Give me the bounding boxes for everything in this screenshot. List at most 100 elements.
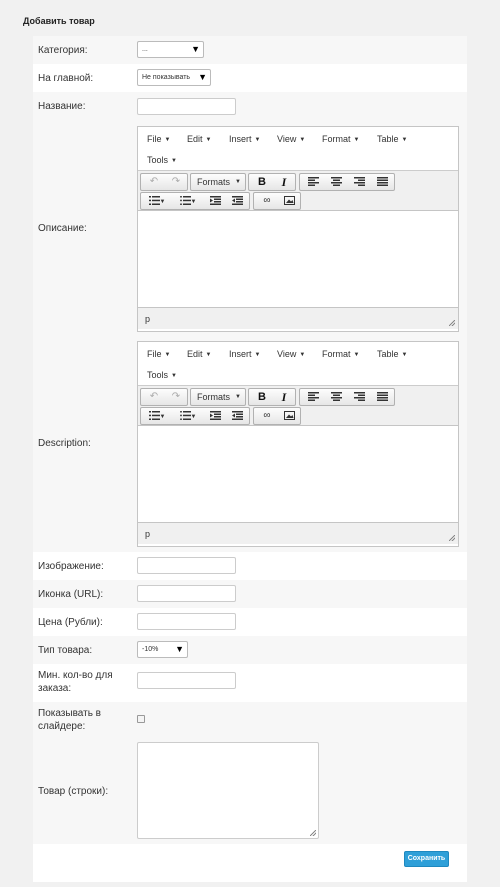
formats-label: Formats: [197, 177, 231, 187]
menu-format[interactable]: Format ▼: [322, 134, 359, 144]
indent-icon[interactable]: [227, 193, 247, 209]
editor-toolbar: ↶ ↷ Formats ▼ B I ▼ ▼ ∞: [138, 386, 458, 426]
redo-icon[interactable]: ↷: [167, 174, 185, 190]
chevron-down-icon: ▼: [235, 394, 241, 400]
icon-url-input[interactable]: [137, 585, 236, 602]
numbered-list-icon[interactable]: ▼: [175, 193, 201, 209]
align-group: [299, 173, 395, 191]
save-button[interactable]: Сохранить: [404, 851, 449, 867]
menu-table[interactable]: Table ▼: [377, 134, 407, 144]
bold-icon[interactable]: B: [252, 389, 272, 405]
on-main-select[interactable]: Не показывать ▼: [137, 69, 211, 86]
align-left-icon[interactable]: [303, 389, 323, 405]
menu-edit[interactable]: Edit ▼: [187, 134, 211, 144]
insert-group: ∞: [253, 407, 301, 425]
description-en-content-area[interactable]: [138, 426, 458, 522]
show-in-slider-row: Показывать в слайдере:: [33, 702, 467, 738]
formats-dropdown[interactable]: Formats ▼: [190, 173, 246, 191]
on-main-select-value: Не показывать: [142, 74, 191, 81]
menu-tools[interactable]: Tools ▼: [147, 155, 177, 165]
product-type-row: Тип товара: -10% ▼: [33, 636, 467, 664]
history-group: ↶ ↷: [140, 173, 188, 191]
element-path[interactable]: p: [145, 529, 150, 539]
name-input[interactable]: [137, 98, 236, 115]
bullet-list-icon[interactable]: ▼: [144, 193, 170, 209]
price-input[interactable]: [137, 613, 236, 630]
show-in-slider-checkbox[interactable]: [137, 715, 145, 723]
menu-view[interactable]: View ▼: [277, 134, 305, 144]
menu-insert[interactable]: Insert ▼: [229, 349, 260, 359]
link-icon[interactable]: ∞: [257, 193, 277, 209]
align-right-icon[interactable]: [349, 174, 369, 190]
show-in-slider-label: Показывать в слайдере:: [38, 708, 101, 732]
name-label: Название:: [38, 101, 86, 112]
bullet-list-icon[interactable]: ▼: [144, 408, 170, 424]
product-lines-textarea[interactable]: [137, 742, 319, 839]
description-ru-content-area[interactable]: [138, 211, 458, 307]
align-center-icon[interactable]: [326, 389, 346, 405]
redo-icon[interactable]: ↷: [167, 389, 185, 405]
menu-format[interactable]: Format ▼: [322, 349, 359, 359]
product-type-label: Тип товара:: [38, 645, 93, 656]
align-center-icon[interactable]: [326, 174, 346, 190]
indent-icon[interactable]: [227, 408, 247, 424]
outdent-icon[interactable]: [205, 193, 225, 209]
menu-view[interactable]: View ▼: [277, 349, 305, 359]
price-label: Цена (Рубли):: [38, 617, 103, 628]
editor-statusbar: p: [138, 522, 458, 544]
link-icon[interactable]: ∞: [257, 408, 277, 424]
product-lines-row: Товар (строки):: [33, 738, 467, 844]
menu-table[interactable]: Table ▼: [377, 349, 407, 359]
category-label: Категория:: [38, 45, 88, 56]
product-type-select[interactable]: -10% ▼: [137, 641, 188, 658]
image-icon[interactable]: [279, 408, 299, 424]
insert-group: ∞: [253, 192, 301, 210]
italic-icon[interactable]: I: [274, 174, 294, 190]
element-path[interactable]: p: [145, 314, 150, 324]
category-select[interactable]: ... ▼: [137, 41, 204, 58]
align-right-icon[interactable]: [349, 389, 369, 405]
align-justify-icon[interactable]: [372, 174, 392, 190]
page-title: Добавить товар: [23, 16, 95, 26]
history-group: ↶ ↷: [140, 388, 188, 406]
resize-handle-icon[interactable]: [449, 320, 455, 326]
editor-menubar: File ▼ Edit ▼ Insert ▼ View ▼ Format ▼ Table ▼…: [138, 127, 458, 171]
menu-file[interactable]: File ▼: [147, 134, 170, 144]
outdent-icon[interactable]: [205, 408, 225, 424]
resize-handle-icon[interactable]: [449, 535, 455, 541]
min-qty-label: Мин. кол-во для заказа:: [38, 670, 113, 694]
description-en-editor[interactable]: File ▼ Edit ▼ Insert ▼ View ▼ Format ▼ Table ▼…: [137, 341, 459, 547]
italic-icon[interactable]: I: [274, 389, 294, 405]
image-input[interactable]: [137, 557, 236, 574]
undo-icon[interactable]: ↶: [145, 389, 163, 405]
price-row: Цена (Рубли):: [33, 608, 467, 636]
dropdown-arrow-icon: ▼: [198, 72, 207, 82]
menu-insert[interactable]: Insert ▼: [229, 134, 260, 144]
align-justify-icon[interactable]: [372, 389, 392, 405]
menu-tools[interactable]: Tools ▼: [147, 370, 177, 380]
description-en-row: Description: File ▼ Edit ▼ Insert ▼ View ▼ F…: [33, 336, 467, 552]
name-row: Название:: [33, 92, 467, 120]
dropdown-arrow-icon: ▼: [175, 644, 184, 654]
numbered-list-icon[interactable]: ▼: [175, 408, 201, 424]
editor-toolbar: ↶ ↷ Formats ▼ B I ▼ ▼ ∞: [138, 171, 458, 211]
description-en-label: Description:: [38, 438, 91, 449]
description-ru-row: Описание: File ▼ Edit ▼ Insert ▼ View ▼ Form…: [33, 120, 467, 336]
align-left-icon[interactable]: [303, 174, 323, 190]
text-style-group: B I: [248, 173, 296, 191]
formats-dropdown[interactable]: Formats ▼: [190, 388, 246, 406]
icon-url-row: Иконка (URL):: [33, 580, 467, 608]
category-select-value: ...: [142, 46, 148, 53]
undo-icon[interactable]: ↶: [145, 174, 163, 190]
formats-label: Formats: [197, 392, 231, 402]
description-ru-editor[interactable]: File ▼ Edit ▼ Insert ▼ View ▼ Format ▼ Table ▼…: [137, 126, 459, 332]
menu-file[interactable]: File ▼: [147, 349, 170, 359]
editor-menubar: File ▼ Edit ▼ Insert ▼ View ▼ Format ▼ Table ▼…: [138, 342, 458, 386]
menu-edit[interactable]: Edit ▼: [187, 349, 211, 359]
resize-handle-icon[interactable]: [310, 830, 316, 836]
image-icon[interactable]: [279, 193, 299, 209]
min-qty-input[interactable]: [137, 672, 236, 689]
category-row: Категория: ... ▼: [33, 36, 467, 64]
bold-icon[interactable]: B: [252, 174, 272, 190]
editor-statusbar: p: [138, 307, 458, 329]
